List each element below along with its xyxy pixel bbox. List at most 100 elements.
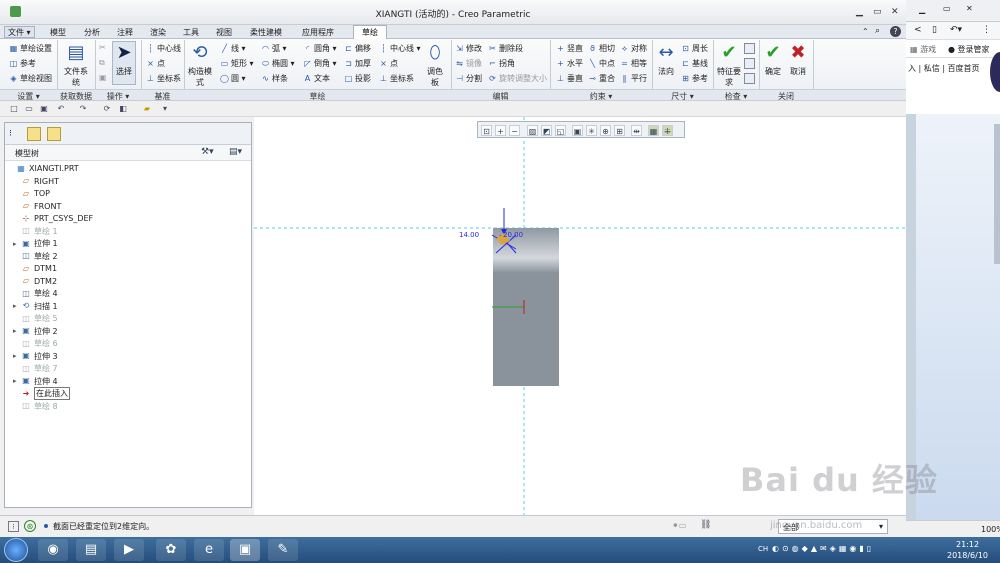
zoom-level[interactable]: 100% bbox=[981, 525, 1000, 534]
vertical-constraint-button[interactable]: + 竖直 bbox=[556, 43, 583, 54]
datum-point-button[interactable]: × 点 bbox=[146, 58, 165, 69]
symmetric-constraint-button[interactable]: ⟡ 对称 bbox=[620, 43, 647, 54]
taskbar-browser-icon[interactable]: e bbox=[194, 539, 224, 561]
constraint-display-icon[interactable]: ▦ bbox=[648, 125, 659, 136]
tree-item[interactable]: ◫ 草绘 4 bbox=[13, 288, 57, 299]
side-restore-icon[interactable]: ▭ bbox=[943, 4, 951, 13]
rotate-resize-button[interactable]: ⟳ 旋转调整大小 bbox=[488, 73, 547, 84]
taskbar-baidu-icon[interactable]: ✿ bbox=[156, 539, 186, 561]
horizontal-constraint-button[interactable]: + 水平 bbox=[556, 58, 583, 69]
input-language[interactable]: CH bbox=[758, 545, 768, 553]
select-button[interactable]: ➤ 选择 bbox=[112, 41, 136, 85]
taskbar-explorer-icon[interactable]: ▤ bbox=[76, 539, 106, 561]
tab-sketch[interactable]: 草绘 bbox=[353, 25, 387, 39]
parallel-constraint-button[interactable]: ∥ 平行 bbox=[620, 73, 648, 84]
repaint-icon[interactable]: ▨ bbox=[527, 125, 538, 136]
paste-icon[interactable]: ▣ bbox=[99, 73, 107, 82]
tab-file[interactable]: 文件 ▾ bbox=[4, 26, 35, 38]
perpendicular-constraint-button[interactable]: ⊥ 垂直 bbox=[556, 73, 583, 84]
cancel-button[interactable]: ✖ 取消 bbox=[787, 42, 809, 77]
datum-centerline-button[interactable]: ┆ 中心线 bbox=[146, 43, 181, 54]
tree-item[interactable]: ➜ 在此插入 bbox=[13, 387, 70, 400]
ok-button[interactable]: ✔ 确定 bbox=[762, 42, 784, 77]
tab-applications[interactable]: 应用程序 bbox=[302, 27, 334, 38]
highlight-open-ends-icon[interactable] bbox=[744, 73, 755, 84]
datum-csys-button[interactable]: ⊥ 坐标系 bbox=[146, 73, 181, 84]
tree-item[interactable]: ▱ FRONT bbox=[13, 201, 61, 212]
sketch-view-button[interactable]: ◈ 草绘视图 bbox=[9, 73, 52, 84]
tab-analysis[interactable]: 分析 bbox=[84, 27, 100, 38]
construction-mode-button[interactable]: ⟲ 构造模式 bbox=[188, 42, 212, 88]
side-back-icon[interactable]: < bbox=[914, 25, 922, 35]
equal-constraint-button[interactable]: = 相等 bbox=[620, 58, 647, 69]
tangent-constraint-button[interactable]: ϑ 相切 bbox=[588, 43, 615, 54]
dimension-reference-button[interactable]: ⊞ 参考 bbox=[681, 73, 708, 84]
corner-button[interactable]: ⌐ 拐角 bbox=[488, 58, 515, 69]
dimension-label-14[interactable]: 14.00 bbox=[459, 231, 479, 239]
reference-button[interactable]: ◫ 参考 bbox=[9, 58, 36, 69]
windows-icon[interactable]: ◧ bbox=[118, 104, 128, 114]
tree-columns-icon[interactable]: ▤▾ bbox=[229, 147, 242, 157]
tree-item[interactable]: ▱ DTM2 bbox=[13, 276, 57, 287]
regenerate-icon[interactable]: ⟳ bbox=[102, 104, 112, 114]
palette-button[interactable]: ⬯ 调色板 bbox=[424, 42, 446, 88]
saved-views-icon[interactable]: ◱ bbox=[555, 125, 566, 136]
close-icon[interactable]: ✕ bbox=[891, 7, 899, 17]
mirror-button[interactable]: ⇋ 镜像 bbox=[455, 58, 482, 69]
shade-closed-loops-icon[interactable] bbox=[744, 58, 755, 69]
rectangle-button[interactable]: ▭ 矩形 ▾ bbox=[220, 58, 254, 69]
tree-item[interactable]: ▸ ⟲ 扫描 1 bbox=[13, 301, 58, 312]
tree-item[interactable]: ▸ ▣ 拉伸 3 bbox=[13, 351, 58, 362]
navigator-toggle-icon[interactable]: ⁝ bbox=[8, 521, 19, 532]
ribbon-minimize-icon[interactable]: ⌃ bbox=[862, 27, 869, 36]
dimension-display-icon[interactable]: ⇹ bbox=[631, 125, 642, 136]
tab-render[interactable]: 渲染 bbox=[150, 27, 166, 38]
annotation-display-icon[interactable]: ⊞ bbox=[614, 125, 625, 136]
midpoint-constraint-button[interactable]: ╲ 中点 bbox=[588, 58, 615, 69]
vertex-display-icon[interactable]: ⁜ bbox=[662, 125, 673, 136]
expand-arrow-icon[interactable]: ▸ bbox=[13, 302, 21, 310]
datum-display-icon[interactable]: ✳ bbox=[586, 125, 597, 136]
file-system-button[interactable]: ▤ 文件系统 bbox=[63, 42, 89, 88]
normal-dimension-button[interactable]: ↔ 法向 bbox=[655, 42, 677, 77]
tree-item[interactable]: ◫ 草绘 7 bbox=[13, 363, 57, 374]
tree-item[interactable]: ◫ 草绘 1 bbox=[13, 226, 57, 237]
zoom-in-icon[interactable]: + bbox=[495, 125, 506, 136]
tree-item[interactable]: ◫ 草绘 6 bbox=[13, 338, 57, 349]
tree-item[interactable]: ▸ ▣ 拉伸 1 bbox=[13, 238, 58, 249]
tab-flexible-modeling[interactable]: 柔性建模 bbox=[250, 27, 282, 38]
tab-annotate[interactable]: 注释 bbox=[117, 27, 133, 38]
tree-item[interactable]: ◫ 草绘 2 bbox=[13, 251, 57, 262]
side-game-link[interactable]: ▦ 游戏 bbox=[910, 44, 936, 55]
spline-button[interactable]: ∿ 样条 bbox=[261, 73, 288, 84]
side-links-text[interactable]: 入 | 私信 | 百度首页 bbox=[908, 63, 980, 74]
tab-view[interactable]: 视图 bbox=[216, 27, 232, 38]
search-icon[interactable]: ⌕ bbox=[875, 26, 880, 36]
text-button[interactable]: A 文本 bbox=[303, 73, 330, 84]
taskbar-paint-icon[interactable]: ✎ bbox=[268, 539, 298, 561]
minimize-icon[interactable]: ▁ bbox=[856, 7, 863, 17]
cut-icon[interactable]: ✂ bbox=[99, 43, 106, 52]
expand-arrow-icon[interactable]: ▸ bbox=[13, 240, 21, 248]
sketch-view-orient-icon[interactable]: ▣ bbox=[572, 125, 583, 136]
undo-icon[interactable]: ↶ bbox=[56, 104, 66, 114]
new-file-icon[interactable]: □ bbox=[9, 104, 19, 114]
tab-model[interactable]: 模型 bbox=[50, 27, 66, 38]
tree-item[interactable]: ◫ 草绘 5 bbox=[13, 313, 57, 324]
help-icon[interactable]: ? bbox=[890, 26, 901, 37]
system-tray-icons[interactable]: ◐⊙◍◆▲✉◈▦◉▮▯ bbox=[772, 544, 874, 553]
tree-item[interactable]: ▸ ▣ 拉伸 4 bbox=[13, 376, 58, 387]
sketch-centerline-button[interactable]: ┆ 中心线 ▾ bbox=[379, 43, 420, 54]
feature-requirements-button[interactable]: ✔ 特征要求 bbox=[717, 42, 741, 88]
start-button[interactable] bbox=[4, 538, 28, 562]
save-icon[interactable]: ▣ bbox=[39, 104, 49, 114]
maximize-icon[interactable]: ▭ bbox=[873, 7, 882, 17]
tree-item[interactable]: ▦ XIANGTI.PRT bbox=[8, 163, 78, 174]
delete-segment-button[interactable]: ✂ 删除段 bbox=[488, 43, 523, 54]
sketch-setup-button[interactable]: ▦ 草绘设置 bbox=[9, 43, 52, 54]
project-button[interactable]: □ 投影 bbox=[344, 73, 371, 84]
ellipse-button[interactable]: ⬭ 椭圆 ▾ bbox=[261, 58, 294, 69]
display-style-icon[interactable]: ◩ bbox=[541, 125, 552, 136]
selection-tool-icon[interactable]: ⛓ bbox=[700, 520, 711, 530]
taskbar-chrome-icon[interactable]: ◉ bbox=[38, 539, 68, 561]
